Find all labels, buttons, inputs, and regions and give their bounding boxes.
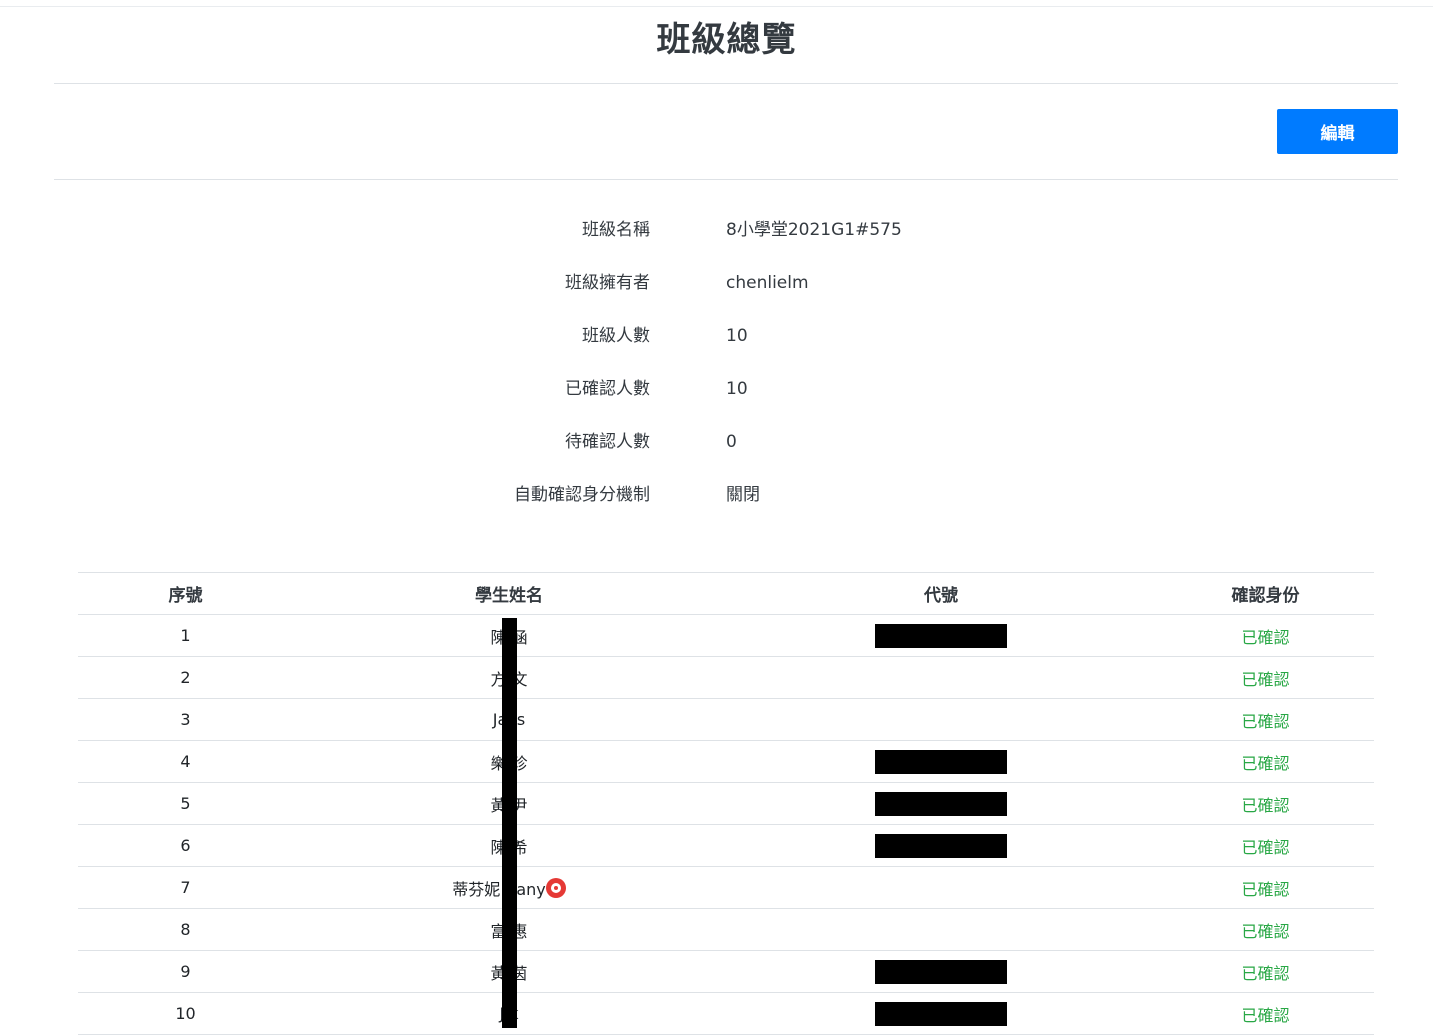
row-index: 2: [180, 668, 191, 687]
confirm-status: 已確認: [1241, 627, 1290, 647]
row-index: 4: [180, 752, 191, 771]
table-row: 3 Ja is 已確認: [78, 699, 1374, 740]
info-value: 10: [726, 379, 748, 399]
code-redaction-box: [875, 1001, 1007, 1026]
top-divider: [0, 6, 1433, 7]
table-row: 7 蒂芬妮 ffany 已確認: [78, 867, 1374, 908]
row-index: 10: [175, 1004, 196, 1023]
confirm-status: 已確認: [1241, 753, 1290, 773]
confirm-status: 已確認: [1241, 711, 1290, 731]
code-redaction-box: [875, 623, 1007, 648]
info-value: chenlielm: [726, 273, 809, 293]
student-table: 序號 學生姓名 代號 確認身份 1陳 涵已確認 2 方 文已確認 3 Ja is 已確認 4…: [78, 572, 1374, 1035]
target-emoji-icon: [545, 877, 566, 898]
info-value: 0: [726, 432, 737, 452]
table-row: 9黃 茵已確認: [78, 951, 1374, 992]
table-row: 4樂 珍已確認: [78, 741, 1374, 782]
confirm-status: 已確認: [1241, 837, 1290, 857]
toolbar-divider: [54, 179, 1398, 180]
student-code: [725, 791, 1157, 816]
info-label: 班級人數: [582, 326, 650, 346]
row-index: 7: [180, 878, 191, 897]
info-label: 待確認人數: [565, 432, 650, 452]
info-label: 已確認人數: [565, 379, 650, 399]
code-redaction-box: [875, 959, 1007, 984]
edit-button[interactable]: 編輯: [1277, 109, 1398, 154]
student-name-text: 蒂芬妮 ffany: [452, 879, 546, 899]
row-index: 9: [180, 962, 191, 981]
confirm-status: 已確認: [1241, 963, 1290, 983]
table-row: 2方 文已確認: [78, 657, 1374, 698]
student-code: [725, 833, 1157, 858]
table-body: 1陳 涵已確認 2 方 文已確認 3 Ja is 已確認 4 樂 珍已確認 5 黃 尹已確認 6 陳 …: [78, 615, 1374, 1035]
info-value: 10: [726, 326, 748, 346]
info-value: 關閉: [726, 485, 760, 505]
student-code: [725, 959, 1157, 984]
column-header-name: 學生姓名: [475, 586, 543, 606]
code-redaction-box: [875, 833, 1007, 858]
row-index: 5: [180, 794, 191, 813]
confirm-status: 已確認: [1241, 879, 1290, 899]
table-row: 8富 惠已確認: [78, 909, 1374, 950]
confirm-status: 已確認: [1241, 921, 1290, 941]
row-index: 8: [180, 920, 191, 939]
confirm-status: 已確認: [1241, 1005, 1290, 1025]
table-row: 1陳 涵已確認: [78, 615, 1374, 656]
header-divider: [54, 83, 1398, 84]
page-title: 班級總覽: [656, 20, 797, 60]
row-index: 1: [180, 626, 191, 645]
info-label: 班級名稱: [582, 220, 650, 240]
student-code: [725, 623, 1157, 648]
column-header-index: 序號: [168, 586, 203, 606]
name-redaction-bar: [502, 618, 517, 1028]
row-index: 3: [180, 710, 191, 729]
code-redaction-box: [875, 791, 1007, 816]
info-label: 班級擁有者: [565, 273, 650, 293]
info-value: 8小學堂2021G1#575: [726, 220, 902, 240]
confirm-status: 已確認: [1241, 669, 1290, 689]
student-code: [725, 749, 1157, 774]
info-label: 自動確認身分機制: [514, 485, 650, 505]
code-redaction-box: [875, 749, 1007, 774]
column-header-status: 確認身份: [1231, 586, 1300, 606]
confirm-status: 已確認: [1241, 795, 1290, 815]
table-row: 6陳 希已確認: [78, 825, 1374, 866]
student-code: [725, 1001, 1157, 1026]
table-row: 5黃 尹已確認: [78, 783, 1374, 824]
row-index: 6: [180, 836, 191, 855]
table-row: 10J k已確認: [78, 993, 1374, 1034]
table-header: 序號 學生姓名 代號 確認身份: [78, 573, 1374, 614]
column-header-code: 代號: [924, 586, 958, 606]
